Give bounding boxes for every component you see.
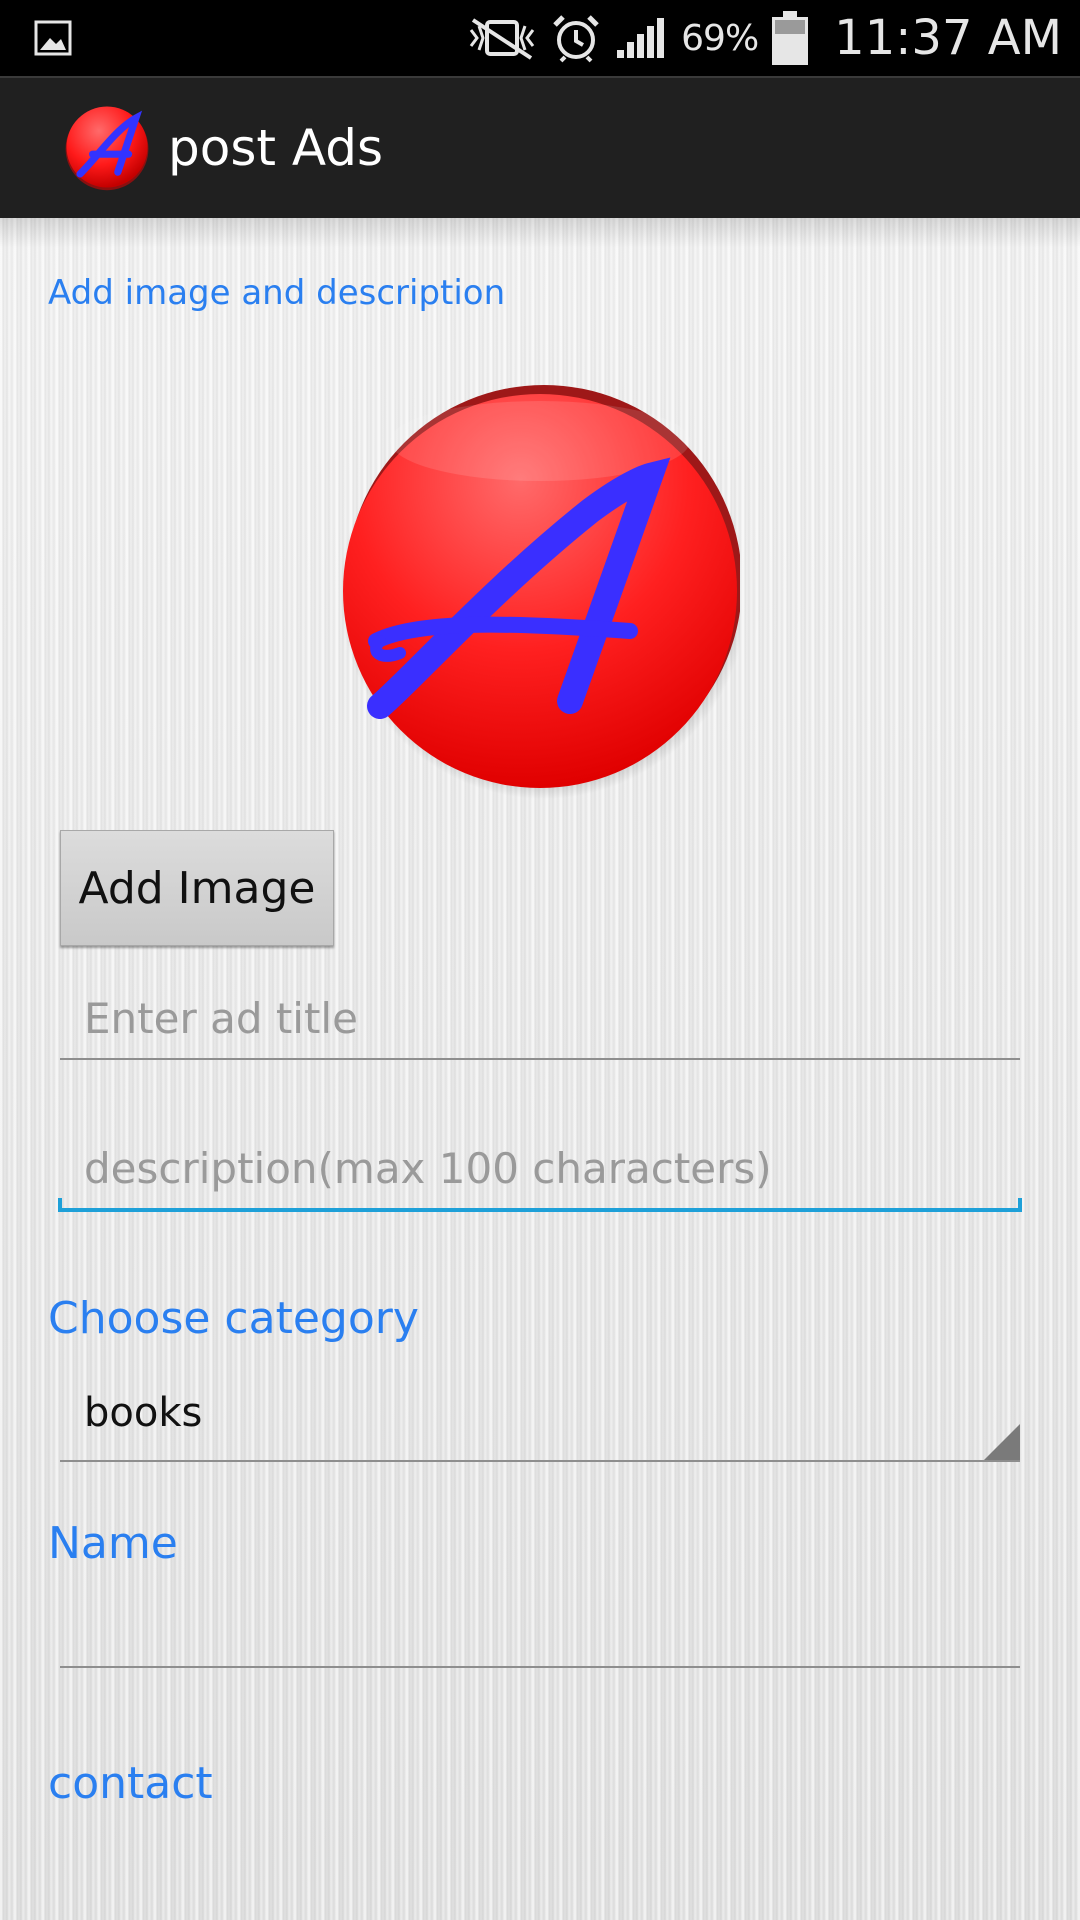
- contact-label: contact: [48, 1758, 213, 1809]
- add-image-button[interactable]: Add Image: [60, 830, 334, 946]
- dropdown-triangle-icon: [984, 1424, 1020, 1460]
- status-icons: 69% 11:37 AM: [467, 0, 1062, 76]
- category-selected-value: books: [84, 1390, 203, 1436]
- gallery-notification-icon: [34, 20, 72, 56]
- post-ad-form: Add image and description Add Image Choo…: [0, 218, 1080, 1920]
- ad-title-input[interactable]: [60, 978, 1020, 1058]
- status-bar: 69% 11:37 AM: [0, 0, 1080, 76]
- choose-category-label: Choose category: [48, 1293, 419, 1344]
- battery-percent: 69%: [681, 17, 759, 59]
- action-bar: post Ads: [0, 76, 1080, 218]
- signal-strength-icon: [617, 18, 665, 58]
- category-spinner[interactable]: books: [60, 1368, 1020, 1462]
- description-field: [58, 1128, 1022, 1212]
- name-field: [60, 1588, 1020, 1668]
- ad-image-preview: [340, 385, 740, 799]
- add-image-description-label: Add image and description: [48, 273, 506, 313]
- name-label: Name: [48, 1518, 178, 1569]
- alarm-icon: [553, 15, 599, 63]
- ad-title-field: [60, 978, 1020, 1060]
- page-title: post Ads: [168, 119, 383, 177]
- vibrate-mute-icon: [469, 18, 535, 60]
- app-logo-icon[interactable]: [62, 102, 152, 192]
- description-input[interactable]: [60, 1128, 1020, 1208]
- name-input[interactable]: [60, 1588, 1020, 1668]
- clock-time: 11:37 AM: [834, 10, 1062, 66]
- battery-icon: [772, 11, 809, 65]
